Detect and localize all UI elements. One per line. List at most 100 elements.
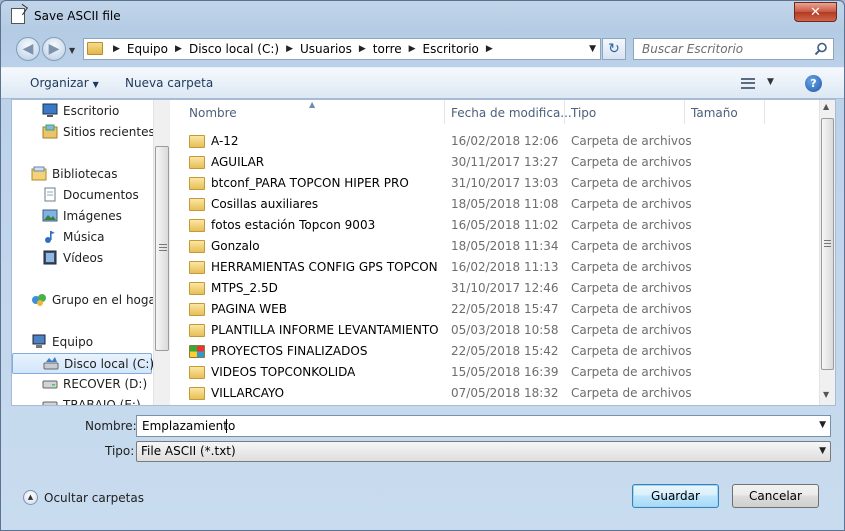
file-name-field[interactable]: Emplazamiento ▼ [136, 415, 831, 437]
nav-item-disco-local[interactable]: Disco local (C:) [12, 353, 155, 374]
breadcrumb-separator-icon[interactable]: ▶ [113, 44, 120, 54]
file-name: Cosillas auxiliares [211, 197, 319, 211]
folder-icon [87, 42, 103, 55]
back-button[interactable]: ◀ [16, 37, 40, 61]
file-type: Carpeta de archivos [571, 323, 692, 337]
file-type: Carpeta de archivos [571, 134, 692, 148]
nav-item-label: Grupo en el hogar [52, 293, 161, 307]
computer-icon [32, 334, 46, 348]
recent-pages-dropdown-icon[interactable]: ▼ [69, 46, 75, 55]
breadcrumb-disco-local[interactable]: Disco local (C:) [189, 42, 279, 56]
nav-item-label: Equipo [52, 335, 94, 349]
new-folder-button[interactable]: Nueva carpeta [125, 76, 213, 90]
file-row[interactable]: AGUILAR 30/11/2017 13:27 Carpeta de archiv… [171, 152, 819, 173]
nav-item-equipo[interactable]: Equipo [12, 332, 152, 353]
address-bar[interactable]: ▶ Equipo ▶ Disco local (C:) ▶ Usuarios ▶… [83, 38, 601, 60]
refresh-button[interactable]: ↻ [602, 38, 626, 60]
chevron-down-icon[interactable]: ▼ [819, 420, 826, 430]
column-divider[interactable] [564, 100, 565, 124]
nav-item-bibliotecas[interactable]: Bibliotecas [12, 164, 152, 185]
file-date: 18/05/2018 11:34 [451, 239, 559, 253]
file-name: fotos estación Topcon 9003 [211, 218, 376, 232]
cancel-button[interactable]: Cancelar [732, 484, 819, 508]
search-input[interactable]: Buscar Escritorio [633, 38, 834, 60]
column-header-type[interactable]: Tipo [571, 106, 596, 120]
navigation-scrollbar[interactable] [153, 100, 170, 405]
column-divider[interactable] [764, 100, 765, 124]
nav-item-recover[interactable]: RECOVER (D:) [12, 374, 152, 395]
column-header-name[interactable]: Nombre [189, 106, 237, 120]
text-cursor [226, 419, 227, 433]
file-name: PROYECTOS FINALIZADOS [211, 344, 368, 358]
nav-item-escritorio[interactable]: Escritorio [12, 101, 152, 122]
column-divider[interactable] [444, 100, 445, 124]
file-row[interactable]: Gonzalo 18/05/2018 11:34 Carpeta de archiv… [171, 236, 819, 257]
hide-folders-label: Ocultar carpetas [44, 491, 144, 505]
file-row[interactable]: btconf_PARA TOPCON HIPER PRO 31/10/2017 1… [171, 173, 819, 194]
homegroup-icon [32, 294, 46, 306]
folder-icon [189, 366, 205, 379]
search-placeholder: Buscar Escritorio [642, 42, 744, 56]
organize-menu-button[interactable]: Organizar ▼ [30, 76, 99, 90]
close-button[interactable]: ✕ [794, 2, 837, 22]
file-row[interactable]: Cosillas auxiliares 18/05/2018 11:08 Carpe… [171, 194, 819, 215]
breadcrumb-separator-icon[interactable]: ▶ [409, 44, 416, 54]
breadcrumb-separator-icon[interactable]: ▶ [486, 44, 493, 54]
file-row[interactable]: VIDEOS TOPCONKOLIDA 15/05/2018 16:39 Carpe… [171, 362, 819, 383]
folder-icon [189, 135, 205, 148]
forward-button[interactable]: ▶ [42, 37, 66, 61]
column-header-size[interactable]: Tamaño [691, 106, 738, 120]
grip-line [159, 244, 167, 245]
documents-icon [44, 187, 56, 202]
breadcrumb-separator-icon[interactable]: ▶ [286, 44, 293, 54]
file-row[interactable]: PLANTILLA INFORME LEVANTAMIENTO ... 05/03… [171, 320, 819, 341]
change-view-button[interactable]: ▼ [741, 76, 781, 92]
breadcrumb-usuarios[interactable]: Usuarios [300, 42, 352, 56]
file-row[interactable]: HERRAMIENTAS CONFIG GPS TOPCON 16/02/2018… [171, 257, 819, 278]
address-dropdown-icon[interactable]: ▼ [589, 44, 596, 54]
pictures-icon [42, 209, 58, 222]
file-type: Carpeta de archivos [571, 344, 692, 358]
breadcrumb-torre[interactable]: torre [373, 42, 402, 56]
file-row[interactable]: MTPS_2.5D 31/10/2017 12:46 Carpeta de arch… [171, 278, 819, 299]
search-icon[interactable] [814, 42, 828, 56]
file-type: Carpeta de archivos [571, 260, 692, 274]
file-row[interactable]: fotos estación Topcon 9003 16/05/2018 11:… [171, 215, 819, 236]
nav-item-sitios-recientes[interactable]: Sitios recientes [12, 122, 155, 143]
local-disk-icon [43, 357, 59, 370]
special-folder-icon [189, 345, 205, 358]
nav-item-label: Disco local (C:) [64, 357, 155, 371]
file-row[interactable]: PAGINA WEB 22/05/2018 15:47 Carpeta de arc… [171, 299, 819, 320]
breadcrumb-equipo[interactable]: Equipo [127, 42, 168, 56]
file-type: Carpeta de archivos [571, 386, 692, 400]
folder-icon [189, 219, 205, 232]
scrollbar-thumb[interactable] [821, 118, 834, 370]
file-row[interactable]: PROYECTOS FINALIZADOS 22/05/2018 15:42 Car… [171, 341, 819, 362]
nav-item-documentos[interactable]: Documentos [12, 185, 152, 206]
breadcrumb-separator-icon[interactable]: ▶ [175, 44, 182, 54]
breadcrumb-escritorio[interactable]: Escritorio [423, 42, 479, 56]
nav-item-grupo-hogar[interactable]: Grupo en el hogar [12, 290, 161, 311]
file-name: btconf_PARA TOPCON HIPER PRO [211, 176, 409, 190]
file-row[interactable]: A-12 16/02/2018 12:06 Carpeta de archivos [171, 131, 819, 152]
save-button[interactable]: Guardar [632, 484, 719, 508]
file-list-scrollbar[interactable]: ▲ ▼ [819, 100, 835, 405]
scroll-down-icon[interactable]: ▼ [823, 390, 829, 399]
scrollbar-thumb[interactable] [155, 146, 169, 351]
column-divider[interactable] [684, 100, 685, 124]
help-button[interactable]: ? [805, 75, 822, 92]
file-type-select[interactable]: File ASCII (*.txt) ▼ [136, 441, 831, 462]
scroll-up-icon[interactable]: ▲ [823, 102, 829, 111]
nav-item-musica[interactable]: Música [12, 227, 152, 248]
breadcrumb-separator-icon[interactable]: ▶ [359, 44, 366, 54]
folder-icon [189, 303, 205, 316]
nav-item-imagenes[interactable]: Imágenes [12, 206, 152, 227]
file-name: Gonzalo [211, 239, 260, 253]
nav-item-videos[interactable]: Vídeos [12, 248, 152, 269]
nav-item-label: Bibliotecas [52, 167, 118, 181]
file-row[interactable]: VILLARCAYO 07/05/2018 18:32 Carpeta de arc… [171, 383, 819, 404]
chevron-down-icon: ▼ [92, 80, 99, 89]
file-type: Carpeta de archivos [571, 365, 692, 379]
nav-item-trabajo[interactable]: TRABAJO (E:) [12, 395, 152, 405]
column-header-date[interactable]: Fecha de modifica... [451, 106, 572, 120]
